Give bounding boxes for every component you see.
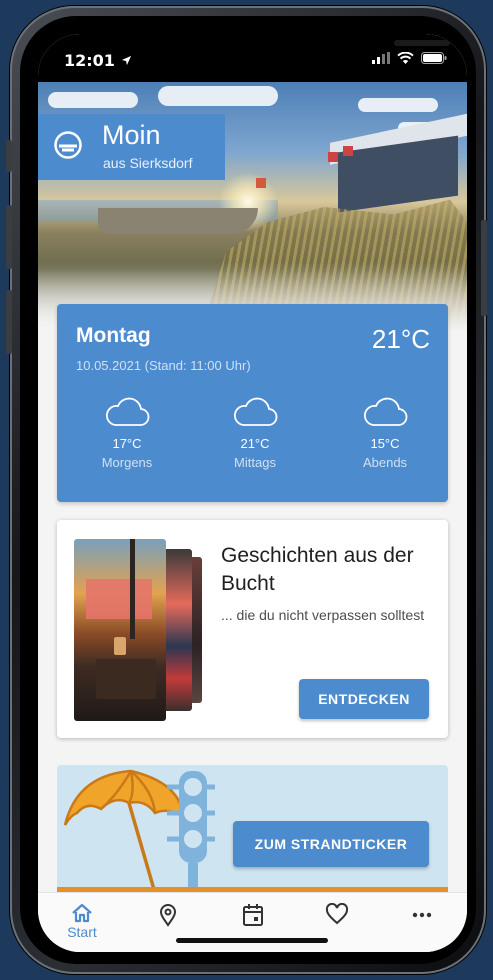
weather-slot-label: Abends <box>362 455 408 470</box>
status-bar: 12:01 <box>38 34 467 82</box>
tab-start-label: Start <box>67 924 97 940</box>
signal-icon <box>372 52 390 64</box>
notch <box>208 34 450 64</box>
home-icon <box>72 903 92 923</box>
greeting-banner: Moin aus Sierksdorf <box>38 114 225 180</box>
stories-card[interactable]: Geschichten aus der Bucht ... die du nic… <box>57 520 448 738</box>
app-screen: 12:01 Moin aus Sierksdorf Montag 21°C 10… <box>38 34 467 952</box>
weather-slot-morning: 17°C Morgens <box>77 396 177 470</box>
cloud-icon <box>234 397 278 426</box>
story-thumbnail-front <box>74 539 166 721</box>
location-arrow-icon <box>121 55 131 66</box>
status-time-text: 12:01 <box>64 51 115 70</box>
traffic-light-icon <box>167 771 215 893</box>
phone-volume-down <box>6 290 12 354</box>
phone-power-button <box>481 220 487 316</box>
home-indicator[interactable] <box>176 938 328 943</box>
weather-date: 10.05.2021 (Stand: 11:00 Uhr) <box>76 358 251 373</box>
greeting-title: Moin <box>102 120 161 150</box>
weather-current-temp: 21°C <box>371 324 430 354</box>
greeting-subtitle: aus Sierksdorf <box>103 155 193 171</box>
cloud-icon <box>106 397 150 426</box>
weather-card[interactable]: Montag 21°C 10.05.2021 (Stand: 11:00 Uhr… <box>57 304 448 502</box>
calendar-icon <box>243 904 263 926</box>
weather-slot-label: Mittags <box>234 455 276 470</box>
weather-slot-midday: 21°C Mittags <box>205 396 305 470</box>
beach-ticker-card[interactable]: ZUM STRANDTICKER <box>57 765 448 893</box>
wifi-icon <box>397 52 414 64</box>
more-icon <box>412 912 432 918</box>
status-icons <box>372 52 447 64</box>
bottom-tab-bar: Start <box>38 892 467 952</box>
weather-slot-evening: 15°C Abends <box>335 396 435 470</box>
weather-slot-label: Morgens <box>101 455 153 470</box>
battery-icon <box>421 52 447 64</box>
hat-icon <box>54 131 82 159</box>
weather-slot-temp: 21°C <box>240 436 270 451</box>
beach-ticker-button[interactable]: ZUM STRANDTICKER <box>233 821 429 867</box>
map-pin-icon <box>159 904 177 927</box>
stories-thumbnail-stack[interactable] <box>74 539 204 721</box>
weather-day: Montag <box>76 324 151 347</box>
tab-more[interactable] <box>392 903 452 947</box>
tab-start[interactable]: Start <box>52 903 112 947</box>
story-title: Geschichten aus der Bucht <box>221 544 414 595</box>
cloud-icon <box>364 397 408 426</box>
weather-slot-temp: 15°C <box>370 436 400 451</box>
heart-icon <box>325 903 349 925</box>
phone-volume-up <box>6 205 12 269</box>
discover-button[interactable]: ENTDECKEN <box>299 679 429 719</box>
phone-side-button <box>6 140 12 172</box>
speaker <box>394 40 450 46</box>
weather-slot-temp: 17°C <box>112 436 142 451</box>
status-time: 12:01 <box>64 51 132 70</box>
story-description: ... die du nicht verpassen solltest <box>221 607 425 623</box>
